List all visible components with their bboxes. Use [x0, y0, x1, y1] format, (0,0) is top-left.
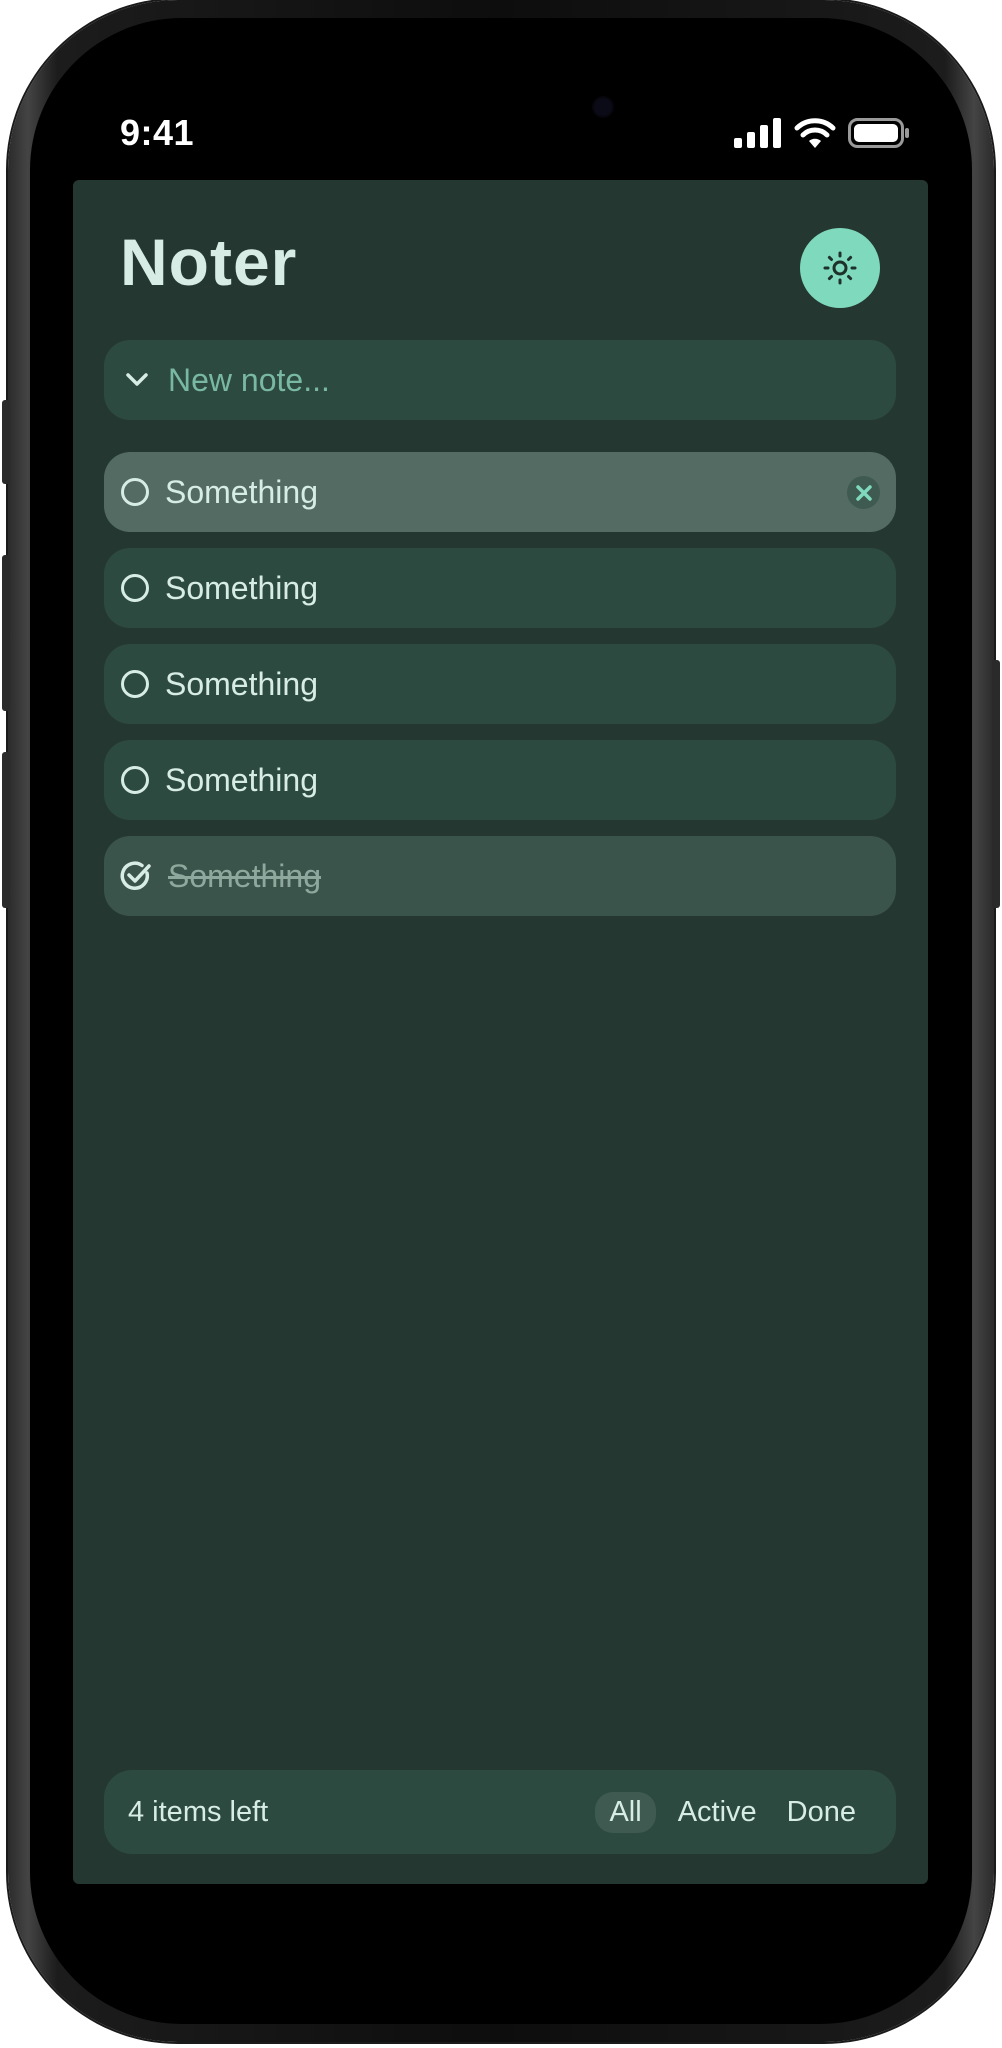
chevron-down-icon: [126, 373, 148, 386]
filter-group: All Active Done: [595, 1791, 864, 1833]
items-left-count: 4 items left: [128, 1795, 269, 1828]
footer-bar: 4 items left All Active Done: [104, 1770, 896, 1854]
wifi-icon: [794, 118, 836, 148]
note-checkbox[interactable]: [121, 670, 149, 698]
filter-done[interactable]: Done: [779, 1792, 864, 1833]
status-time: 9:41: [120, 112, 195, 153]
note-checkbox[interactable]: [121, 478, 149, 506]
close-icon: [855, 484, 872, 501]
status-icons: [734, 118, 910, 148]
note-item[interactable]: Something: [104, 740, 896, 820]
note-text: Something: [165, 665, 318, 702]
volume-down-button: [2, 752, 10, 908]
note-checkbox[interactable]: [121, 574, 149, 602]
app-title: Noter: [120, 225, 298, 299]
power-button: [992, 660, 1000, 908]
theme-toggle-button[interactable]: [800, 228, 880, 308]
note-item[interactable]: Something: [104, 452, 896, 532]
signal-icon: [734, 118, 781, 148]
filter-all[interactable]: All: [595, 1791, 656, 1833]
toggle-all-button[interactable]: [122, 365, 152, 395]
delete-note-button[interactable]: [847, 476, 880, 509]
notes-list: Something Something Something Something: [104, 452, 896, 932]
action-button: [2, 400, 10, 484]
new-note-bar: [104, 340, 896, 420]
note-text: Something: [168, 857, 321, 894]
note-item[interactable]: Something: [104, 644, 896, 724]
battery-icon: [848, 118, 909, 148]
note-text: Something: [165, 569, 318, 606]
note-text: Something: [165, 761, 318, 798]
note-item[interactable]: Something: [104, 548, 896, 628]
note-text: Something: [165, 473, 318, 510]
filter-active[interactable]: Active: [670, 1792, 765, 1833]
volume-up-button: [2, 555, 10, 711]
app-screen: Noter Something: [73, 180, 928, 1884]
new-note-input[interactable]: [166, 360, 810, 400]
sun-icon: [823, 251, 857, 285]
note-item[interactable]: Something: [104, 836, 896, 916]
front-camera: [594, 98, 612, 116]
checked-circle-icon[interactable]: [120, 860, 152, 892]
note-checkbox[interactable]: [121, 766, 149, 794]
